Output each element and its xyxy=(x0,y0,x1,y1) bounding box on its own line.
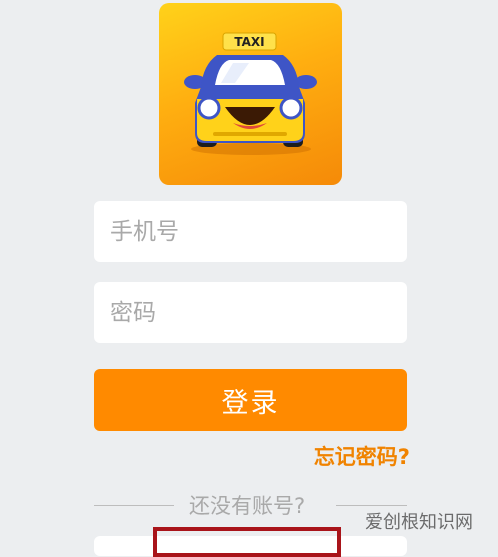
password-input[interactable] xyxy=(94,282,407,343)
login-button[interactable]: 登录 xyxy=(94,369,407,431)
divider-right xyxy=(336,505,407,506)
watermark: 爱创根知识网 xyxy=(365,512,473,533)
phone-input[interactable] xyxy=(94,201,407,262)
taxi-sign-text: TAXI xyxy=(234,35,264,49)
divider-left xyxy=(94,505,174,506)
highlight-box xyxy=(153,527,341,557)
taxi-icon: TAXI xyxy=(184,32,317,155)
forgot-password-link[interactable]: 忘记密码? xyxy=(314,441,410,471)
app-logo: TAXI xyxy=(159,3,342,185)
no-account-prompt: 还没有账号? xyxy=(189,494,306,518)
